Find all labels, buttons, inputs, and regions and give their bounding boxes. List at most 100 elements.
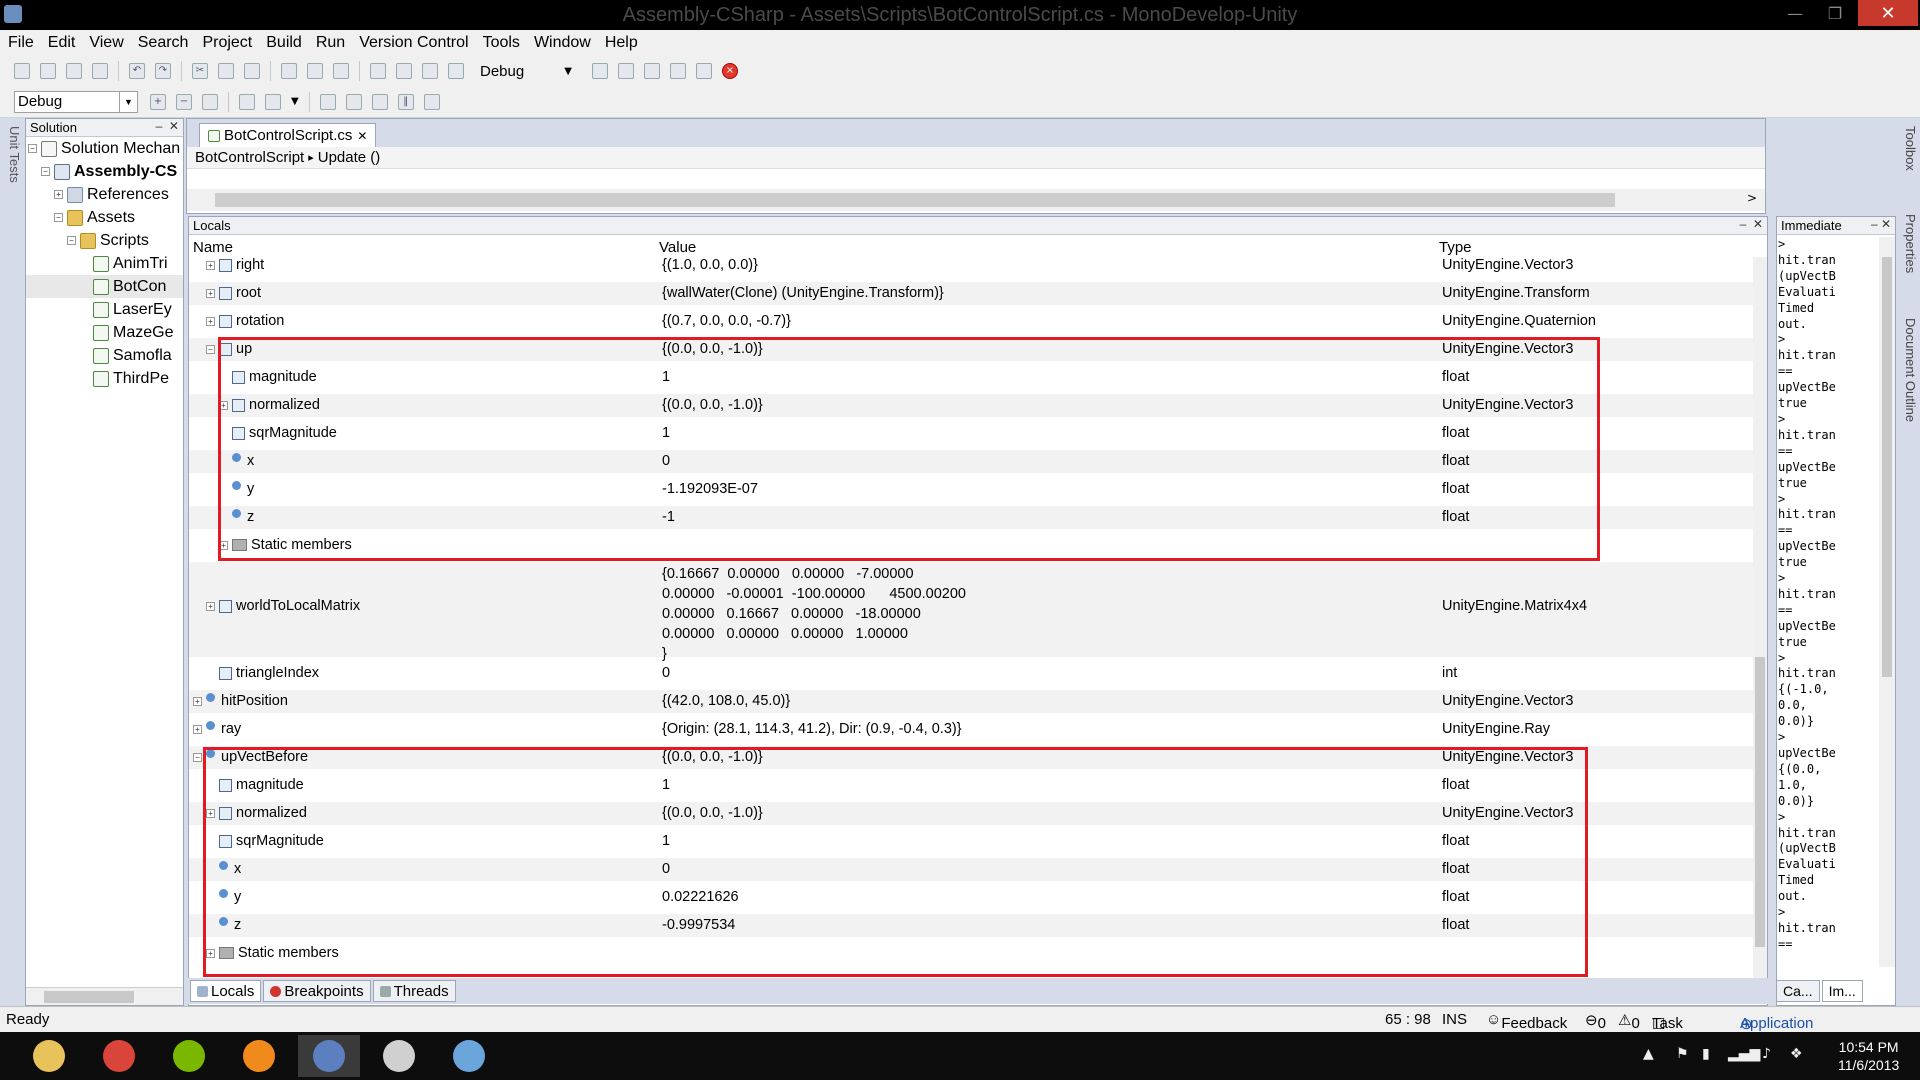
prev-bookmark-icon[interactable]	[396, 63, 412, 79]
scroll-thumb[interactable]	[215, 193, 1615, 207]
locals-row[interactable]: + normalized {(0.0, 0.0, -1.0)} UnityEngine…	[189, 394, 1755, 417]
tab-botcontrolscript[interactable]: BotControlScript.cs ✕	[199, 123, 377, 147]
replace-icon[interactable]	[333, 63, 349, 79]
menu-build[interactable]: Build	[266, 34, 302, 52]
solution-tree-item[interactable]: − Solution Mechan	[26, 137, 183, 160]
tab-threads[interactable]: Threads	[372, 980, 456, 1002]
scroll-thumb[interactable]	[1755, 657, 1765, 947]
locals-row[interactable]: +y -1.192093E-07 float	[189, 478, 1755, 501]
locals-row[interactable]: +sqrMagnitude 1 float	[189, 422, 1755, 445]
expand-icon[interactable]: +	[206, 948, 215, 958]
build-icon[interactable]	[591, 63, 608, 79]
locals-row[interactable]: + Static members	[189, 942, 1755, 965]
unit-tests-tab[interactable]: Unit Tests	[2, 126, 22, 226]
locals-row[interactable]: + worldToLocalMatrix {0.16667 0.00000 0.00…	[189, 562, 1755, 662]
build-config-selector[interactable]: Debug	[480, 63, 524, 80]
menu-search[interactable]: Search	[138, 34, 189, 52]
document-outline-tab[interactable]: Document Outline	[1900, 318, 1918, 422]
chrome-taskbar-button[interactable]	[88, 1035, 150, 1077]
solution-tree-item[interactable]: Samofla	[26, 344, 183, 367]
dropbox-icon[interactable]: ❖	[1790, 1046, 1803, 1062]
menu-tools[interactable]: Tools	[483, 34, 520, 52]
locals-row[interactable]: + Static members	[189, 534, 1755, 557]
action-center-flag-icon[interactable]: ⚑	[1676, 1046, 1689, 1062]
expand-icon[interactable]: +	[206, 260, 215, 270]
collapse-icon[interactable]: −	[54, 213, 63, 222]
locals-row[interactable]: +z -1 float	[189, 506, 1755, 529]
file-explorer-taskbar-button[interactable]	[18, 1035, 80, 1077]
tab-locals[interactable]: Locals	[190, 980, 262, 1002]
solution-tree-item[interactable]: − Assets	[26, 206, 183, 229]
solution-tree-item[interactable]: − Assembly-CS	[26, 160, 183, 183]
expand-icon[interactable]: +	[206, 601, 215, 611]
clear-bookmarks-icon[interactable]	[448, 63, 464, 79]
menu-version-control[interactable]: Version Control	[359, 34, 468, 52]
tab-immediate[interactable]: Im...	[1821, 980, 1863, 1002]
toggle-bookmark-icon[interactable]	[370, 63, 386, 79]
locals-row[interactable]: +x 0 float	[189, 450, 1755, 473]
chevron-down-icon[interactable]: ▼	[291, 96, 299, 107]
breakpoint-icon[interactable]	[239, 93, 255, 110]
pad-controls[interactable]: – ✕	[1740, 217, 1763, 231]
chevron-down-icon[interactable]: ▼	[119, 91, 137, 112]
stop-icon[interactable]: ×	[721, 63, 738, 79]
locals-row[interactable]: +magnitude 1 float	[189, 774, 1755, 797]
chevron-down-icon[interactable]: ▼	[564, 66, 572, 77]
expand-icon[interactable]: +	[206, 316, 215, 326]
network-icon[interactable]: ▂▄▆	[1728, 1046, 1760, 1062]
editor-hscrollbar[interactable]: >	[187, 189, 1765, 211]
power-icon[interactable]: ▮	[1702, 1046, 1710, 1062]
solution-hscrollbar[interactable]	[26, 987, 183, 1005]
continue-icon[interactable]	[423, 93, 440, 110]
locals-row[interactable]: + hitPosition {(42.0, 108.0, 45.0)} UnityEn…	[189, 690, 1755, 713]
debug-icon[interactable]	[695, 63, 712, 79]
pause-icon[interactable]: ‖	[397, 93, 414, 110]
save-all-icon[interactable]	[92, 63, 108, 79]
close-button[interactable]: ✕	[1858, 0, 1918, 26]
attach-debugger-icon[interactable]	[643, 63, 660, 79]
pad-controls[interactable]: – ✕	[156, 119, 179, 133]
locals-row[interactable]: + ray {Origin: (28.1, 114.3, 41.2), Dir: (…	[189, 718, 1755, 741]
new-file-icon[interactable]	[14, 63, 30, 79]
locals-vscrollbar[interactable]	[1753, 257, 1767, 995]
immediate-vscrollbar[interactable]	[1879, 237, 1895, 967]
solution-tree-item[interactable]: LaserEy	[26, 298, 183, 321]
solution-tree-item[interactable]: MazeGe	[26, 321, 183, 344]
chevron-right-icon[interactable]: >	[1747, 191, 1757, 205]
warning-count[interactable]: ⚠ 0	[1618, 1011, 1640, 1032]
solution-tree-item[interactable]: ThirdPe	[26, 367, 183, 390]
remove-icon[interactable]: −	[176, 93, 192, 110]
tray-overflow-icon[interactable]: ▲	[1643, 1046, 1654, 1062]
menu-edit[interactable]: Edit	[48, 34, 76, 52]
error-count[interactable]: ⊖ 0	[1585, 1011, 1606, 1032]
scroll-thumb[interactable]	[44, 991, 134, 1003]
unity-taskbar-button[interactable]	[368, 1035, 430, 1077]
locals-row[interactable]: − up {(0.0, 0.0, -1.0)} UnityEngine.Vector3	[189, 338, 1755, 361]
toggle-icon[interactable]	[202, 93, 218, 110]
monodevelop-taskbar-button[interactable]	[298, 1035, 360, 1077]
solution-tree-item[interactable]: + References	[26, 183, 183, 206]
breadcrumb-method[interactable]: Update ()	[318, 149, 381, 166]
maximize-button[interactable]: ❐	[1815, 0, 1855, 26]
solution-tree-item[interactable]: − Scripts	[26, 229, 183, 252]
find-icon[interactable]	[281, 63, 297, 79]
copy-icon[interactable]	[218, 63, 234, 79]
column-header-value[interactable]: Value	[659, 239, 696, 256]
locals-row[interactable]: +z -0.9997534 float	[189, 914, 1755, 937]
save-icon[interactable]	[66, 63, 82, 79]
expand-icon[interactable]: +	[206, 808, 215, 818]
column-header-name[interactable]: Name	[193, 239, 233, 256]
locals-row[interactable]: − upVectBefore {(0.0, 0.0, -1.0)} UnityEngi…	[189, 746, 1755, 769]
tool-app-taskbar-button[interactable]	[228, 1035, 290, 1077]
menu-project[interactable]: Project	[202, 34, 252, 52]
locals-row[interactable]: + rotation {(0.7, 0.0, 0.0, -0.7)} UnityEng…	[189, 310, 1755, 333]
expand-icon[interactable]: +	[206, 288, 215, 298]
spotify-taskbar-button[interactable]	[158, 1035, 220, 1077]
expand-icon[interactable]: +	[193, 724, 202, 734]
expand-icon[interactable]: +	[219, 540, 228, 550]
cut-icon[interactable]: ✂	[192, 63, 208, 79]
locals-row[interactable]: +triangleIndex 0 int	[189, 662, 1755, 685]
step-into-icon[interactable]	[345, 93, 362, 110]
step-out-icon[interactable]	[371, 93, 388, 110]
solution-tree-item[interactable]: AnimTri	[26, 252, 183, 275]
